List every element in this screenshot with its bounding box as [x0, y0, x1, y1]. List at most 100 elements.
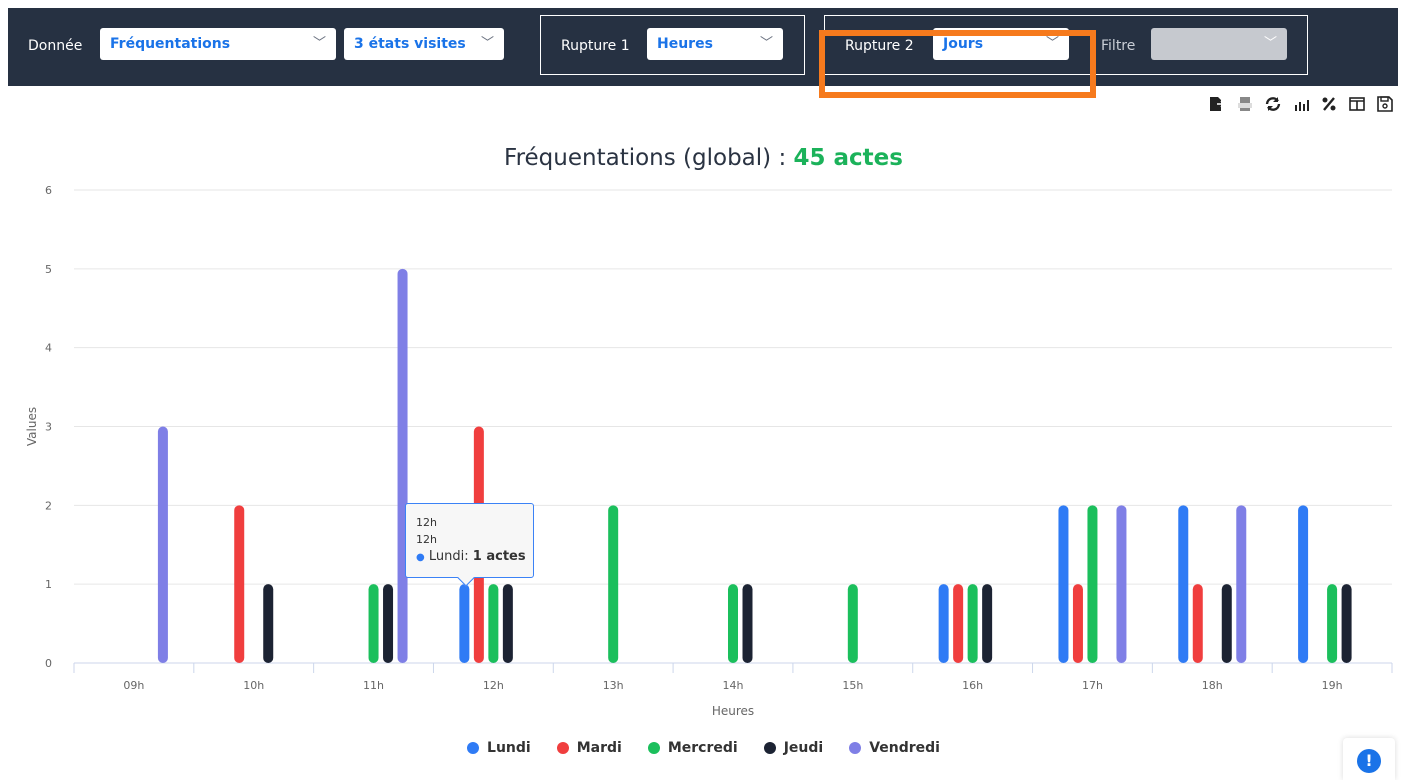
- bar: [263, 584, 274, 663]
- legend-label: Jeudi: [783, 740, 824, 756]
- legend-swatch: [556, 742, 569, 754]
- x-tick-label: 19h: [1322, 679, 1343, 692]
- donnee-select[interactable]: Fréquentations ﹀: [100, 28, 336, 60]
- legend-label: Mercredi: [667, 740, 738, 756]
- export-icon[interactable]: [1207, 94, 1227, 114]
- top-toolbar: Donnée Fréquentations ﹀ 3 états visites …: [8, 8, 1398, 86]
- bar: [953, 584, 964, 663]
- legend-swatch: [467, 742, 480, 754]
- chart-title: Fréquentations (global) : 45 actes: [0, 145, 1407, 171]
- etats-select-value: 3 états visites: [354, 36, 466, 52]
- y-tick-label: 3: [45, 421, 52, 434]
- bar: [1116, 505, 1127, 663]
- chart-title-total: 45 actes: [793, 145, 903, 171]
- excel-icon[interactable]: [1235, 94, 1255, 114]
- chevron-down-icon: ﹀: [759, 36, 773, 51]
- filtre-select[interactable]: ﹀: [1151, 28, 1287, 60]
- tooltip-header: 12h: [416, 516, 437, 529]
- x-tick-label: 15h: [842, 679, 863, 692]
- y-tick-label: 2: [45, 499, 52, 512]
- save-icon[interactable]: [1375, 94, 1395, 114]
- legend-swatch: [849, 742, 862, 754]
- bar: [742, 584, 753, 663]
- bar: [368, 584, 379, 663]
- bar: [1221, 584, 1232, 663]
- bar: [459, 584, 470, 663]
- y-tick-label: 6: [45, 184, 52, 197]
- y-axis-title: Values: [25, 407, 39, 446]
- legend-label: Lundi: [487, 740, 531, 756]
- x-tick-label: 11h: [363, 679, 384, 692]
- legend-item[interactable]: Jeudi: [763, 740, 824, 756]
- donnee-select-value: Fréquentations: [110, 36, 231, 52]
- bar: [1236, 505, 1247, 663]
- bar: [982, 584, 993, 663]
- bar: [502, 584, 513, 663]
- rupture1-select-value: Heures: [657, 36, 713, 52]
- y-tick-label: 1: [45, 578, 52, 591]
- bar: [938, 584, 949, 663]
- bar: [1178, 505, 1189, 663]
- chart-tools: [1207, 92, 1395, 116]
- chevron-down-icon: ﹀: [312, 36, 326, 51]
- chart-tooltip: 12h 12h ● Lundi: 1 actes: [405, 503, 534, 587]
- tooltip-row: ● Lundi: 1 actes: [416, 548, 533, 566]
- help-button[interactable]: !: [1343, 738, 1395, 780]
- tooltip-value: 1 actes: [472, 549, 526, 564]
- rupture1-group: Rupture 1 Heures ﹀: [540, 15, 805, 75]
- x-tick-label: 09h: [123, 679, 144, 692]
- legend-label: Vendredi: [869, 740, 940, 756]
- legend-swatch: [647, 742, 660, 754]
- legend-item[interactable]: Vendredi: [849, 740, 940, 756]
- bar: [157, 426, 168, 663]
- y-tick-label: 4: [45, 342, 52, 355]
- x-axis-title: Heures: [712, 704, 754, 718]
- x-tick-label: 14h: [723, 679, 744, 692]
- y-tick-label: 0: [45, 657, 52, 670]
- chart-legend: Lundi Mardi Mercredi Jeudi Vendredi: [0, 740, 1407, 756]
- legend-swatch: [763, 742, 776, 754]
- chevron-down-icon: ﹀: [1263, 36, 1277, 51]
- bar: [967, 584, 978, 663]
- chart-title-text: Fréquentations (global) :: [504, 145, 787, 171]
- rupture1-select[interactable]: Heures ﹀: [647, 28, 783, 60]
- bar: [1072, 584, 1083, 663]
- series-dot-icon: ●: [416, 552, 425, 563]
- legend-item[interactable]: Lundi: [467, 740, 531, 756]
- bar: [1298, 505, 1309, 663]
- bar: [728, 584, 738, 663]
- bar-chart-icon[interactable]: [1291, 94, 1311, 114]
- tooltip-subheader: 12h: [416, 533, 437, 546]
- bar: [847, 584, 858, 663]
- percent-icon[interactable]: [1319, 94, 1339, 114]
- help-icon: !: [1357, 749, 1381, 773]
- highlight-box: [819, 30, 1096, 98]
- bar: [1058, 505, 1069, 663]
- bar: [1192, 584, 1203, 663]
- refresh-icon[interactable]: [1263, 94, 1283, 114]
- rupture1-label: Rupture 1: [561, 38, 630, 54]
- x-tick-label: 12h: [483, 679, 504, 692]
- etats-select[interactable]: 3 états visites ﹀: [344, 28, 504, 60]
- y-tick-label: 5: [45, 263, 52, 276]
- donnee-label: Donnée: [28, 38, 83, 54]
- legend-item[interactable]: Mercredi: [647, 740, 738, 756]
- legend-item[interactable]: Mardi: [556, 740, 622, 756]
- bar: [383, 584, 394, 663]
- table-icon[interactable]: [1347, 94, 1367, 114]
- x-tick-label: 16h: [962, 679, 983, 692]
- bar: [1087, 505, 1098, 663]
- filtre-label: Filtre: [1101, 38, 1136, 54]
- x-tick-label: 18h: [1202, 679, 1223, 692]
- bar: [608, 505, 619, 663]
- bar: [488, 584, 499, 663]
- legend-label: Mardi: [576, 740, 622, 756]
- x-tick-label: 17h: [1082, 679, 1103, 692]
- x-tick-label: 13h: [603, 679, 624, 692]
- bar: [397, 268, 408, 663]
- x-tick-label: 10h: [243, 679, 264, 692]
- bar-chart: 0 1 2 3 4 5 6 09h 10h 11h 12h 13h 14h 15h 16h 17h 18h 19h…: [25, 184, 1393, 718]
- bar: [1341, 584, 1352, 663]
- bar: [1327, 584, 1338, 663]
- tooltip-series: Lundi:: [428, 549, 469, 564]
